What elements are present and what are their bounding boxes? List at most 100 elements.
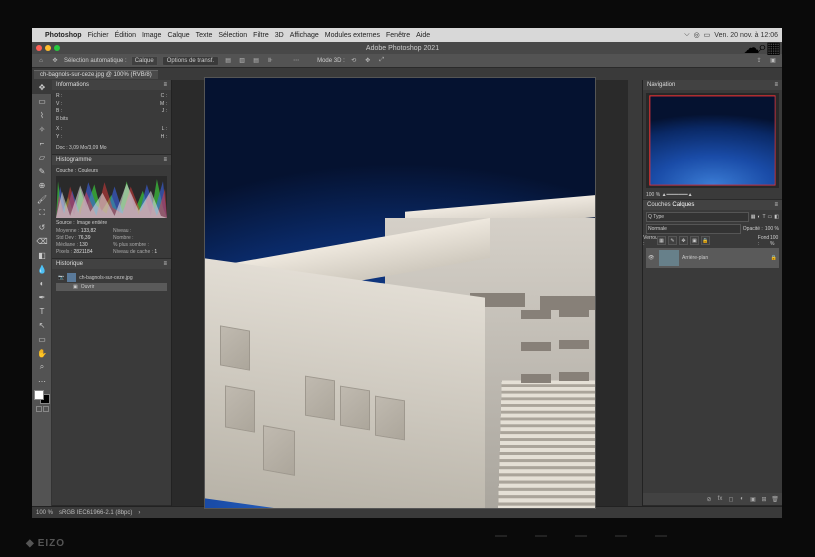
window-close[interactable] bbox=[36, 45, 42, 51]
opacity-value[interactable]: 100 % bbox=[765, 226, 779, 232]
panel-menu-icon[interactable]: ≡ bbox=[163, 261, 167, 267]
align-right-icon[interactable]: ▤ bbox=[251, 56, 261, 66]
zoom-tool[interactable]: ⌕ bbox=[32, 360, 52, 374]
orbit-icon[interactable]: ⟲ bbox=[349, 56, 359, 66]
lock-pixels-icon[interactable]: ✎ bbox=[668, 236, 677, 245]
layer-fx-icon[interactable]: fx bbox=[716, 495, 724, 503]
move-tool[interactable]: ✥ bbox=[32, 80, 52, 94]
auto-select-dropdown[interactable]: Calque bbox=[131, 56, 158, 66]
panel-layout-icon[interactable]: ▣ bbox=[768, 56, 778, 66]
wifi-icon[interactable]: ⌵ bbox=[684, 31, 689, 39]
layer-group-icon[interactable]: ▣ bbox=[749, 495, 757, 503]
fill-value[interactable]: 100 % bbox=[770, 236, 779, 245]
link-layers-icon[interactable]: ⊘ bbox=[705, 495, 713, 503]
app-menu[interactable]: Photoshop bbox=[45, 32, 82, 39]
adjustment-layer-icon[interactable]: ◐ bbox=[738, 495, 746, 503]
distribute-icon[interactable]: ⊪ bbox=[265, 56, 275, 66]
history-snapshot[interactable]: 📷 ch-bagnols-sur-ceze.jpg bbox=[56, 272, 167, 283]
hand-tool[interactable]: ✋ bbox=[32, 346, 52, 360]
trash-icon[interactable]: 🗑 bbox=[771, 495, 779, 503]
zoom-out-icon[interactable]: ▲━━━━━━━▲ bbox=[662, 192, 693, 198]
stamp-tool[interactable]: ⛶ bbox=[32, 206, 52, 220]
lock-all-icon[interactable]: 🔒 bbox=[701, 236, 710, 245]
eraser-tool[interactable]: ⌫ bbox=[32, 234, 52, 248]
layers-tab[interactable]: Calques bbox=[672, 202, 694, 208]
info-panel-title[interactable]: Informations bbox=[56, 82, 89, 88]
panel-menu-icon[interactable]: ≡ bbox=[774, 202, 778, 208]
navigator-zoom-value[interactable]: 100 % bbox=[646, 192, 660, 198]
canvas-area[interactable] bbox=[172, 80, 628, 506]
source-dropdown[interactable]: Image entière bbox=[77, 220, 108, 226]
type-tool[interactable]: T bbox=[32, 304, 52, 318]
menu-view[interactable]: Affichage bbox=[290, 32, 319, 39]
new-layer-icon[interactable]: ⊞ bbox=[760, 495, 768, 503]
marquee-tool[interactable]: ▭ bbox=[32, 94, 52, 108]
dodge-tool[interactable]: ◐ bbox=[32, 276, 52, 290]
edit-toolbar[interactable]: ⋯ bbox=[32, 374, 52, 388]
battery-icon[interactable]: ▭ bbox=[704, 31, 711, 39]
layer-thumbnail[interactable] bbox=[659, 250, 679, 266]
window-minimize[interactable] bbox=[45, 45, 51, 51]
pan-icon[interactable]: ✥ bbox=[363, 56, 373, 66]
lock-position-icon[interactable]: ✥ bbox=[679, 236, 688, 245]
eyedropper-tool[interactable]: ✎ bbox=[32, 164, 52, 178]
filter-type-icon[interactable]: T bbox=[762, 214, 765, 220]
menu-edit[interactable]: Édition bbox=[115, 32, 136, 39]
color-swatches[interactable] bbox=[34, 390, 50, 404]
menu-layer[interactable]: Calque bbox=[167, 32, 189, 39]
collapsed-panel-strip[interactable] bbox=[628, 80, 642, 506]
blend-mode-dropdown[interactable]: Normale bbox=[646, 224, 741, 234]
menu-file[interactable]: Fichier bbox=[88, 32, 109, 39]
history-step[interactable]: ▣ Ouvrir bbox=[56, 283, 167, 291]
menu-select[interactable]: Sélection bbox=[218, 32, 247, 39]
document-canvas[interactable] bbox=[205, 78, 595, 508]
chevron-right-icon[interactable]: › bbox=[138, 510, 140, 516]
menu-filter[interactable]: Filtre bbox=[253, 32, 269, 39]
shape-tool[interactable]: ▭ bbox=[32, 332, 52, 346]
crop-tool[interactable]: ⌐ bbox=[32, 136, 52, 150]
filter-pixel-icon[interactable]: ▦ bbox=[751, 214, 756, 220]
gradient-tool[interactable]: ◧ bbox=[32, 248, 52, 262]
filter-shape-icon[interactable]: ▭ bbox=[768, 214, 773, 220]
menu-3d[interactable]: 3D bbox=[275, 32, 284, 39]
channel-dropdown[interactable]: Couleurs bbox=[78, 168, 98, 174]
cloud-icon[interactable]: ☁ bbox=[747, 44, 756, 53]
filter-smart-icon[interactable]: ◧ bbox=[774, 214, 779, 220]
share-icon[interactable]: ⇪ bbox=[754, 56, 764, 66]
home-icon[interactable]: ⌂ bbox=[36, 56, 46, 66]
wand-tool[interactable]: ✧ bbox=[32, 122, 52, 136]
layer-mask-icon[interactable]: ◻ bbox=[727, 495, 735, 503]
align-center-icon[interactable]: ▥ bbox=[237, 56, 247, 66]
cc-icon[interactable]: ◎ bbox=[694, 31, 700, 39]
filter-adj-icon[interactable]: ◐ bbox=[757, 214, 760, 220]
brush-tool[interactable]: 🖌 bbox=[32, 192, 52, 206]
status-profile[interactable]: sRGB IEC61966-2.1 (8bpc) bbox=[59, 510, 132, 516]
layer-name[interactable]: Arrière-plan bbox=[682, 255, 708, 261]
quickmask-toggle[interactable] bbox=[32, 406, 52, 416]
healing-tool[interactable]: ⊕ bbox=[32, 178, 52, 192]
dolly-icon[interactable]: ⤢ bbox=[377, 56, 387, 66]
navigator-thumbnail[interactable] bbox=[646, 93, 779, 188]
layer-row[interactable]: 👁 Arrière-plan 🔒 bbox=[646, 248, 779, 268]
menu-type[interactable]: Texte bbox=[196, 32, 213, 39]
menu-help[interactable]: Aide bbox=[416, 32, 430, 39]
panel-menu-icon[interactable]: ≡ bbox=[163, 82, 167, 88]
workspace-icon[interactable]: ▦ bbox=[769, 44, 778, 53]
path-tool[interactable]: ↖ bbox=[32, 318, 52, 332]
lasso-tool[interactable]: ⌇ bbox=[32, 108, 52, 122]
history-brush-tool[interactable]: ↺ bbox=[32, 220, 52, 234]
histogram-panel-title[interactable]: Histogramme bbox=[56, 157, 92, 163]
layer-kind-filter[interactable]: Q Type bbox=[646, 212, 749, 222]
blur-tool[interactable]: 💧 bbox=[32, 262, 52, 276]
lock-artboard-icon[interactable]: ▣ bbox=[690, 236, 699, 245]
navigator-panel-title[interactable]: Navigation bbox=[647, 82, 675, 88]
align-left-icon[interactable]: ▤ bbox=[223, 56, 233, 66]
history-panel-title[interactable]: Historique bbox=[56, 261, 83, 267]
frame-tool[interactable]: ▱ bbox=[32, 150, 52, 164]
menu-window[interactable]: Fenêtre bbox=[386, 32, 410, 39]
lock-transparency-icon[interactable]: ▦ bbox=[657, 236, 666, 245]
more-align-icon[interactable]: ⋯ bbox=[291, 56, 301, 66]
transform-controls-toggle[interactable]: Options de transf. bbox=[162, 56, 219, 66]
menu-plugins[interactable]: Modules externes bbox=[325, 32, 380, 39]
channels-tab[interactable]: Couches bbox=[647, 202, 671, 208]
